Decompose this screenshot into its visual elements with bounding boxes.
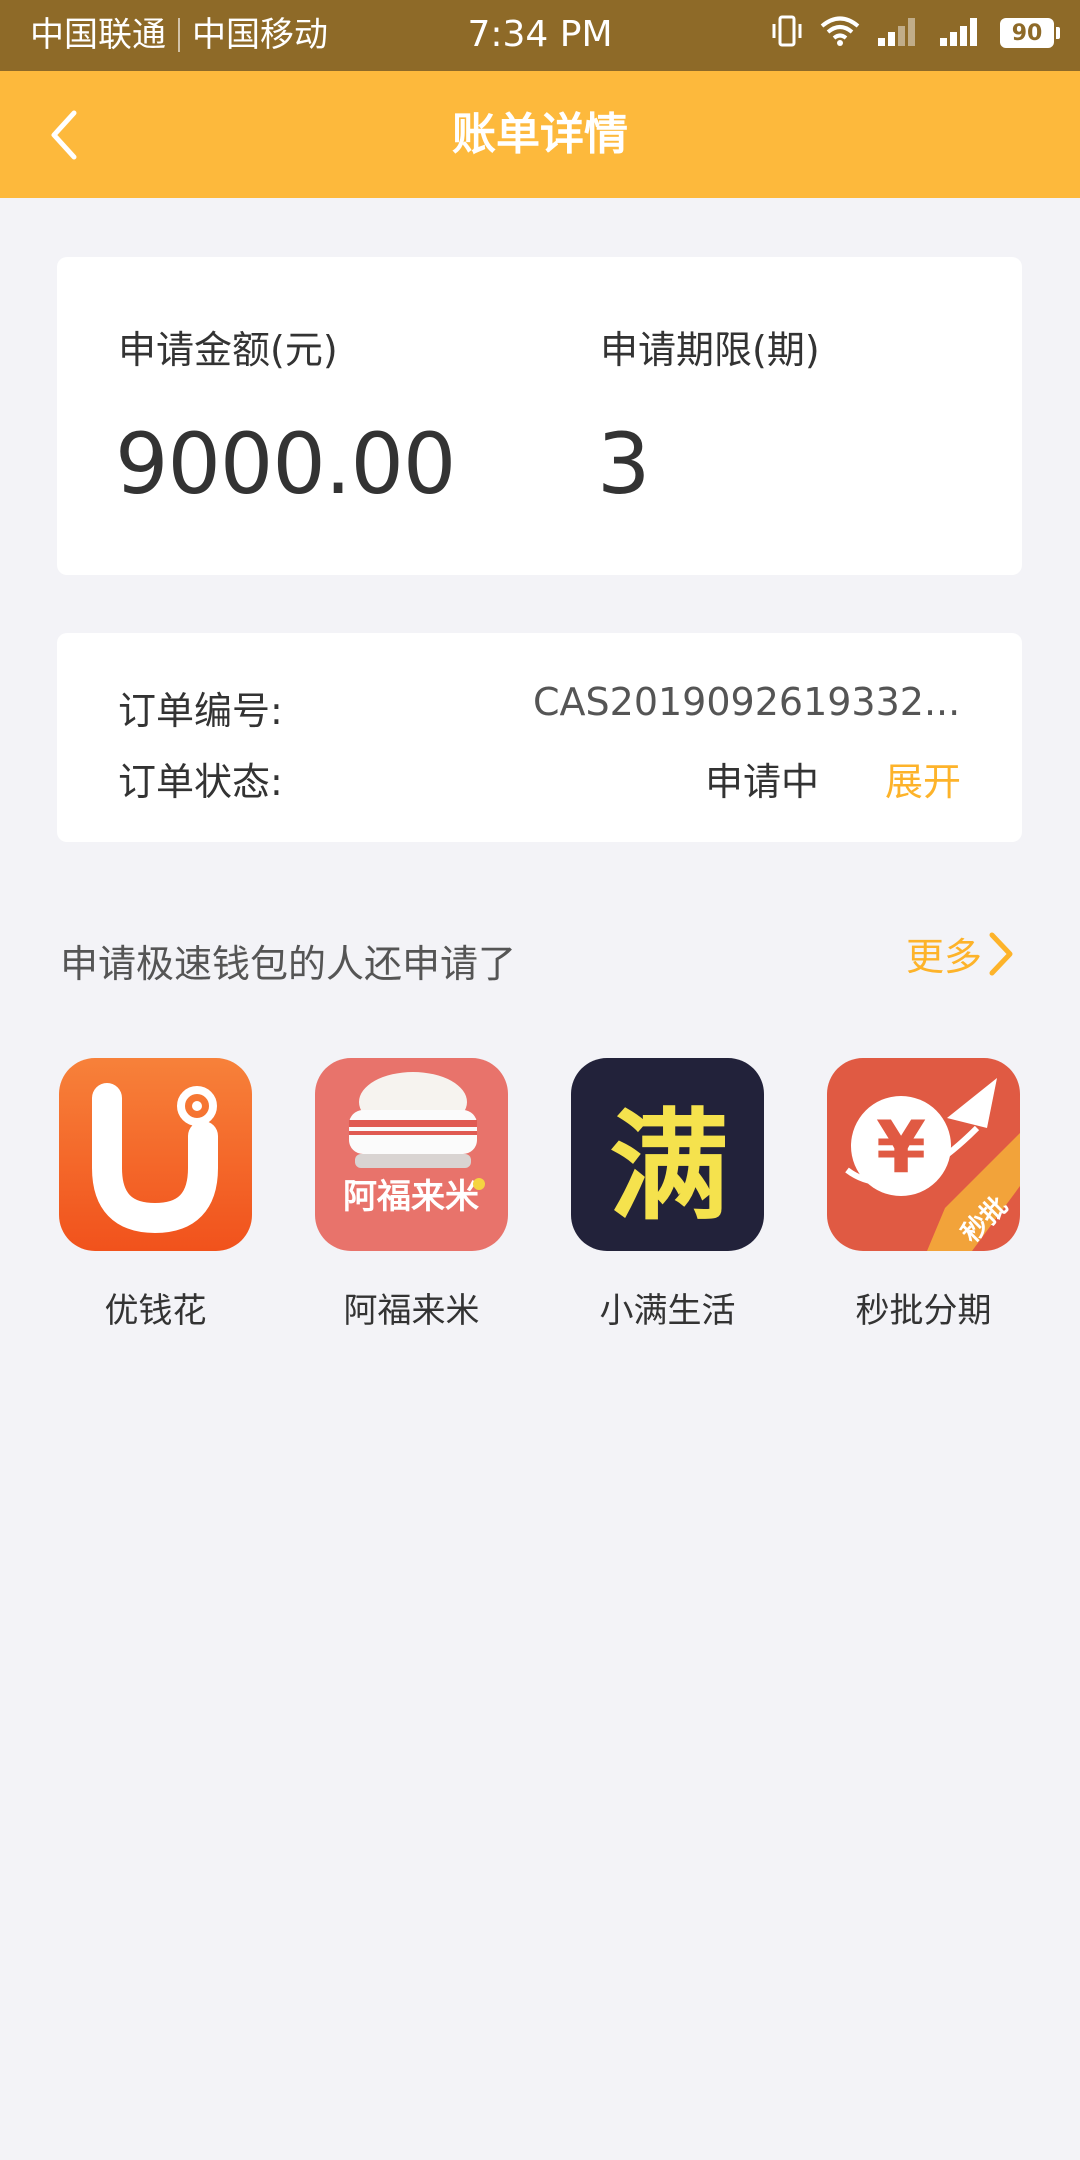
chevron-right-icon (989, 932, 1013, 975)
app-item-xiaoman[interactable]: 满 小满生活 (570, 1058, 765, 1332)
system-icons: 90 (770, 14, 1060, 52)
amount-label: 申请金额(元) (118, 328, 338, 372)
battery-icon: 90 (1000, 18, 1060, 48)
app-item-afulaimi[interactable]: 阿福来米 阿福来米 (314, 1058, 509, 1332)
order-card: 订单编号: CAS2019092619332... 订单状态: 申请中 展开 (57, 633, 1022, 842)
status-bar: 中国联通 中国移动 7:34 PM 90 (0, 0, 1080, 71)
term-value: 3 (597, 415, 650, 513)
app-name: 阿福来米 (343, 1291, 480, 1331)
summary-card: 申请金额(元) 9000.00 申请期限(期) 3 (57, 257, 1022, 575)
xiaoman-icon-text: 满 (609, 1098, 729, 1237)
app-item-miaopi[interactable]: ¥ 秒批 秒批分期 (826, 1058, 1021, 1332)
order-status-label: 订单状态: (118, 760, 283, 804)
order-id-value: CAS2019092619332... (533, 680, 961, 724)
expand-button[interactable]: 展开 (885, 751, 961, 806)
more-button[interactable]: 更多 (906, 926, 1016, 981)
miaopi-icon: ¥ 秒批 (827, 1058, 1020, 1251)
xiaoman-icon: 满 (571, 1058, 764, 1251)
afulaimi-icon: 阿福来米 (315, 1058, 508, 1251)
afulaimi-icon-text: 阿福来米 (343, 1177, 479, 1217)
app-name: 秒批分期 (855, 1291, 992, 1331)
signal-weak-icon (876, 16, 922, 50)
page-title: 账单详情 (452, 109, 628, 160)
recommend-title: 申请极速钱包的人还申请了 (60, 942, 517, 986)
vibrate-icon (770, 14, 804, 52)
app-name: 优钱花 (104, 1291, 207, 1331)
nav-bar: 账单详情 (0, 71, 1080, 198)
svg-text:¥: ¥ (876, 1105, 926, 1189)
app-item-youqianhua[interactable]: 优钱花 (58, 1058, 253, 1332)
app-name: 小满生活 (599, 1291, 736, 1331)
order-status-value: 申请中 (705, 760, 820, 804)
order-id-label: 订单编号: (118, 689, 283, 733)
more-label: 更多 (905, 935, 982, 979)
term-label: 申请期限(期) (600, 328, 820, 372)
wifi-icon (820, 15, 860, 51)
signal-icon (938, 16, 984, 50)
youqianhua-icon (59, 1058, 252, 1251)
amount-value: 9000.00 (115, 415, 456, 513)
